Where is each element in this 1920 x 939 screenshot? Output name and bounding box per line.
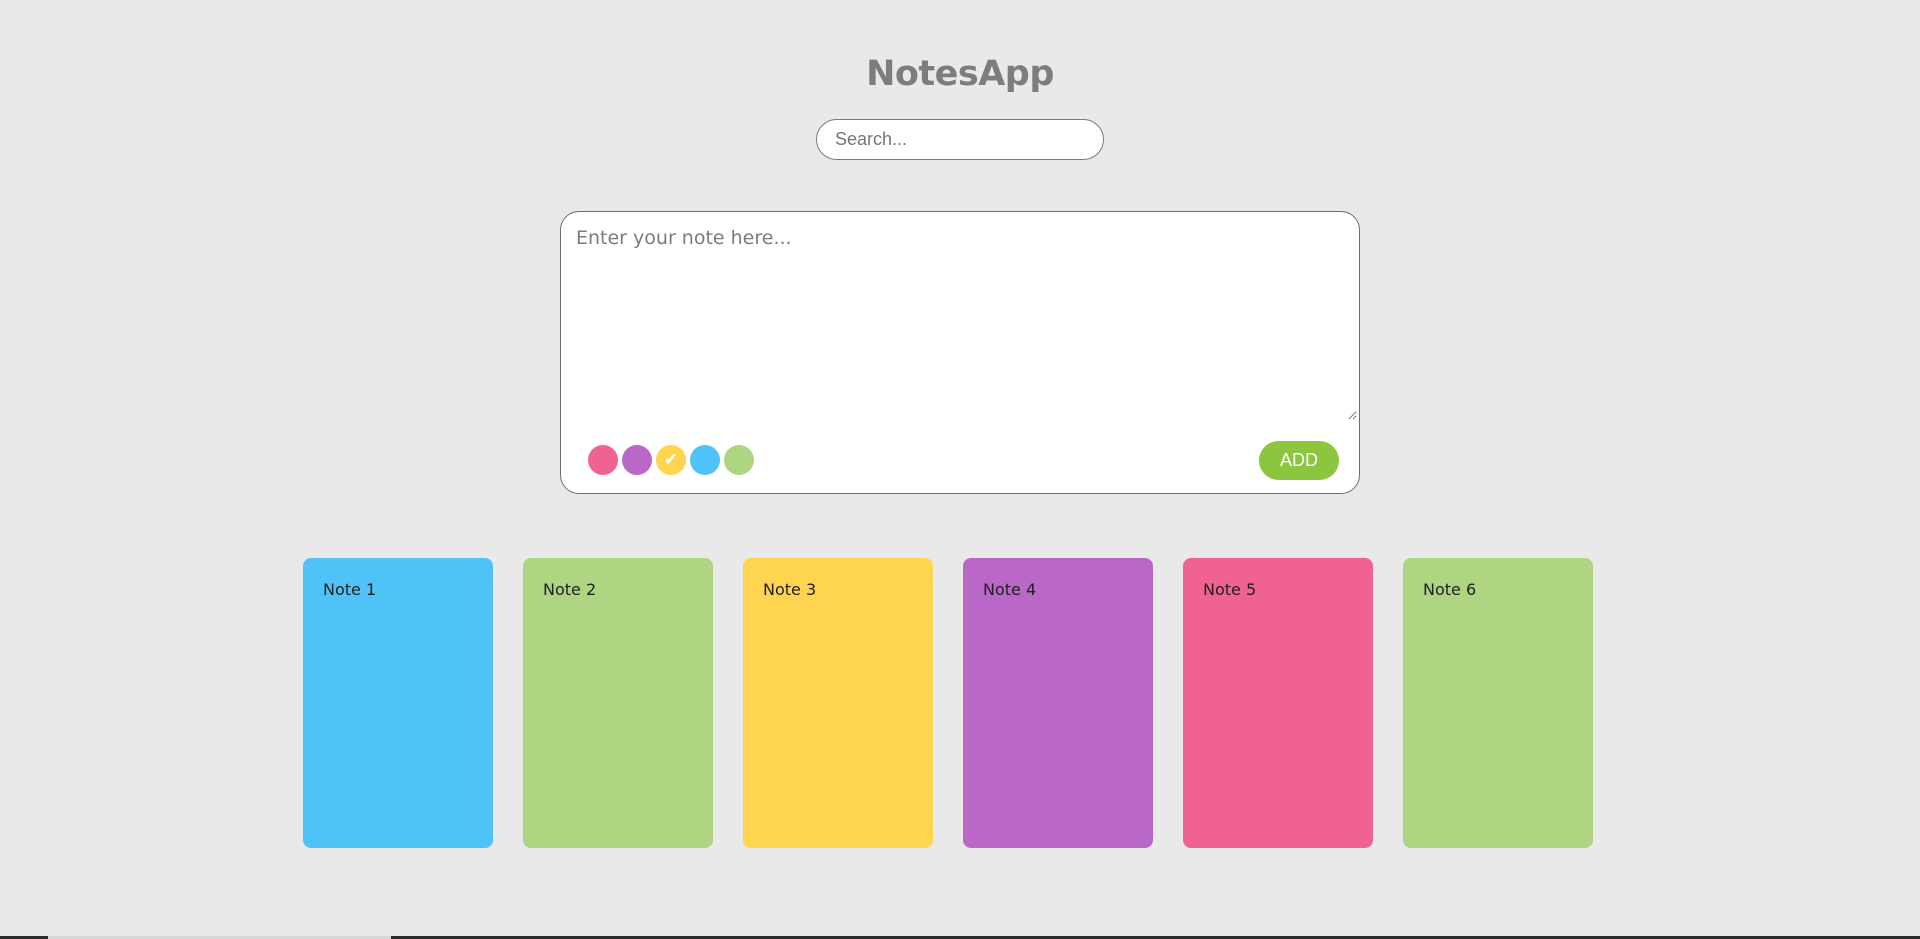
note-text: Note 4 <box>983 580 1037 599</box>
note-composer: ✔ ADD <box>560 211 1360 494</box>
color-option-blue[interactable] <box>690 445 720 475</box>
note-card[interactable]: Note 4 <box>963 558 1153 848</box>
note-card[interactable]: Note 3 <box>743 558 933 848</box>
notes-grid: Note 1 Note 2 Note 3 Note 4 Note 5 Note … <box>303 558 1593 848</box>
color-option-purple[interactable] <box>622 445 652 475</box>
note-text: Note 5 <box>1203 580 1257 599</box>
note-card[interactable]: Note 6 <box>1403 558 1593 848</box>
search-input[interactable] <box>816 119 1104 160</box>
color-option-pink[interactable] <box>588 445 618 475</box>
note-textarea[interactable] <box>563 214 1357 420</box>
add-button[interactable]: ADD <box>1259 441 1339 480</box>
note-card[interactable]: Note 1 <box>303 558 493 848</box>
note-text: Note 1 <box>323 580 377 599</box>
note-card[interactable]: Note 2 <box>523 558 713 848</box>
note-card[interactable]: Note 5 <box>1183 558 1373 848</box>
note-text: Note 2 <box>543 580 597 599</box>
note-text: Note 6 <box>1423 580 1477 599</box>
note-text: Note 3 <box>763 580 817 599</box>
app-title: NotesApp <box>866 54 1054 94</box>
check-icon: ✔ <box>663 449 679 470</box>
color-option-green[interactable] <box>724 445 754 475</box>
color-option-yellow[interactable]: ✔ <box>656 445 686 475</box>
color-picker: ✔ <box>588 445 754 475</box>
